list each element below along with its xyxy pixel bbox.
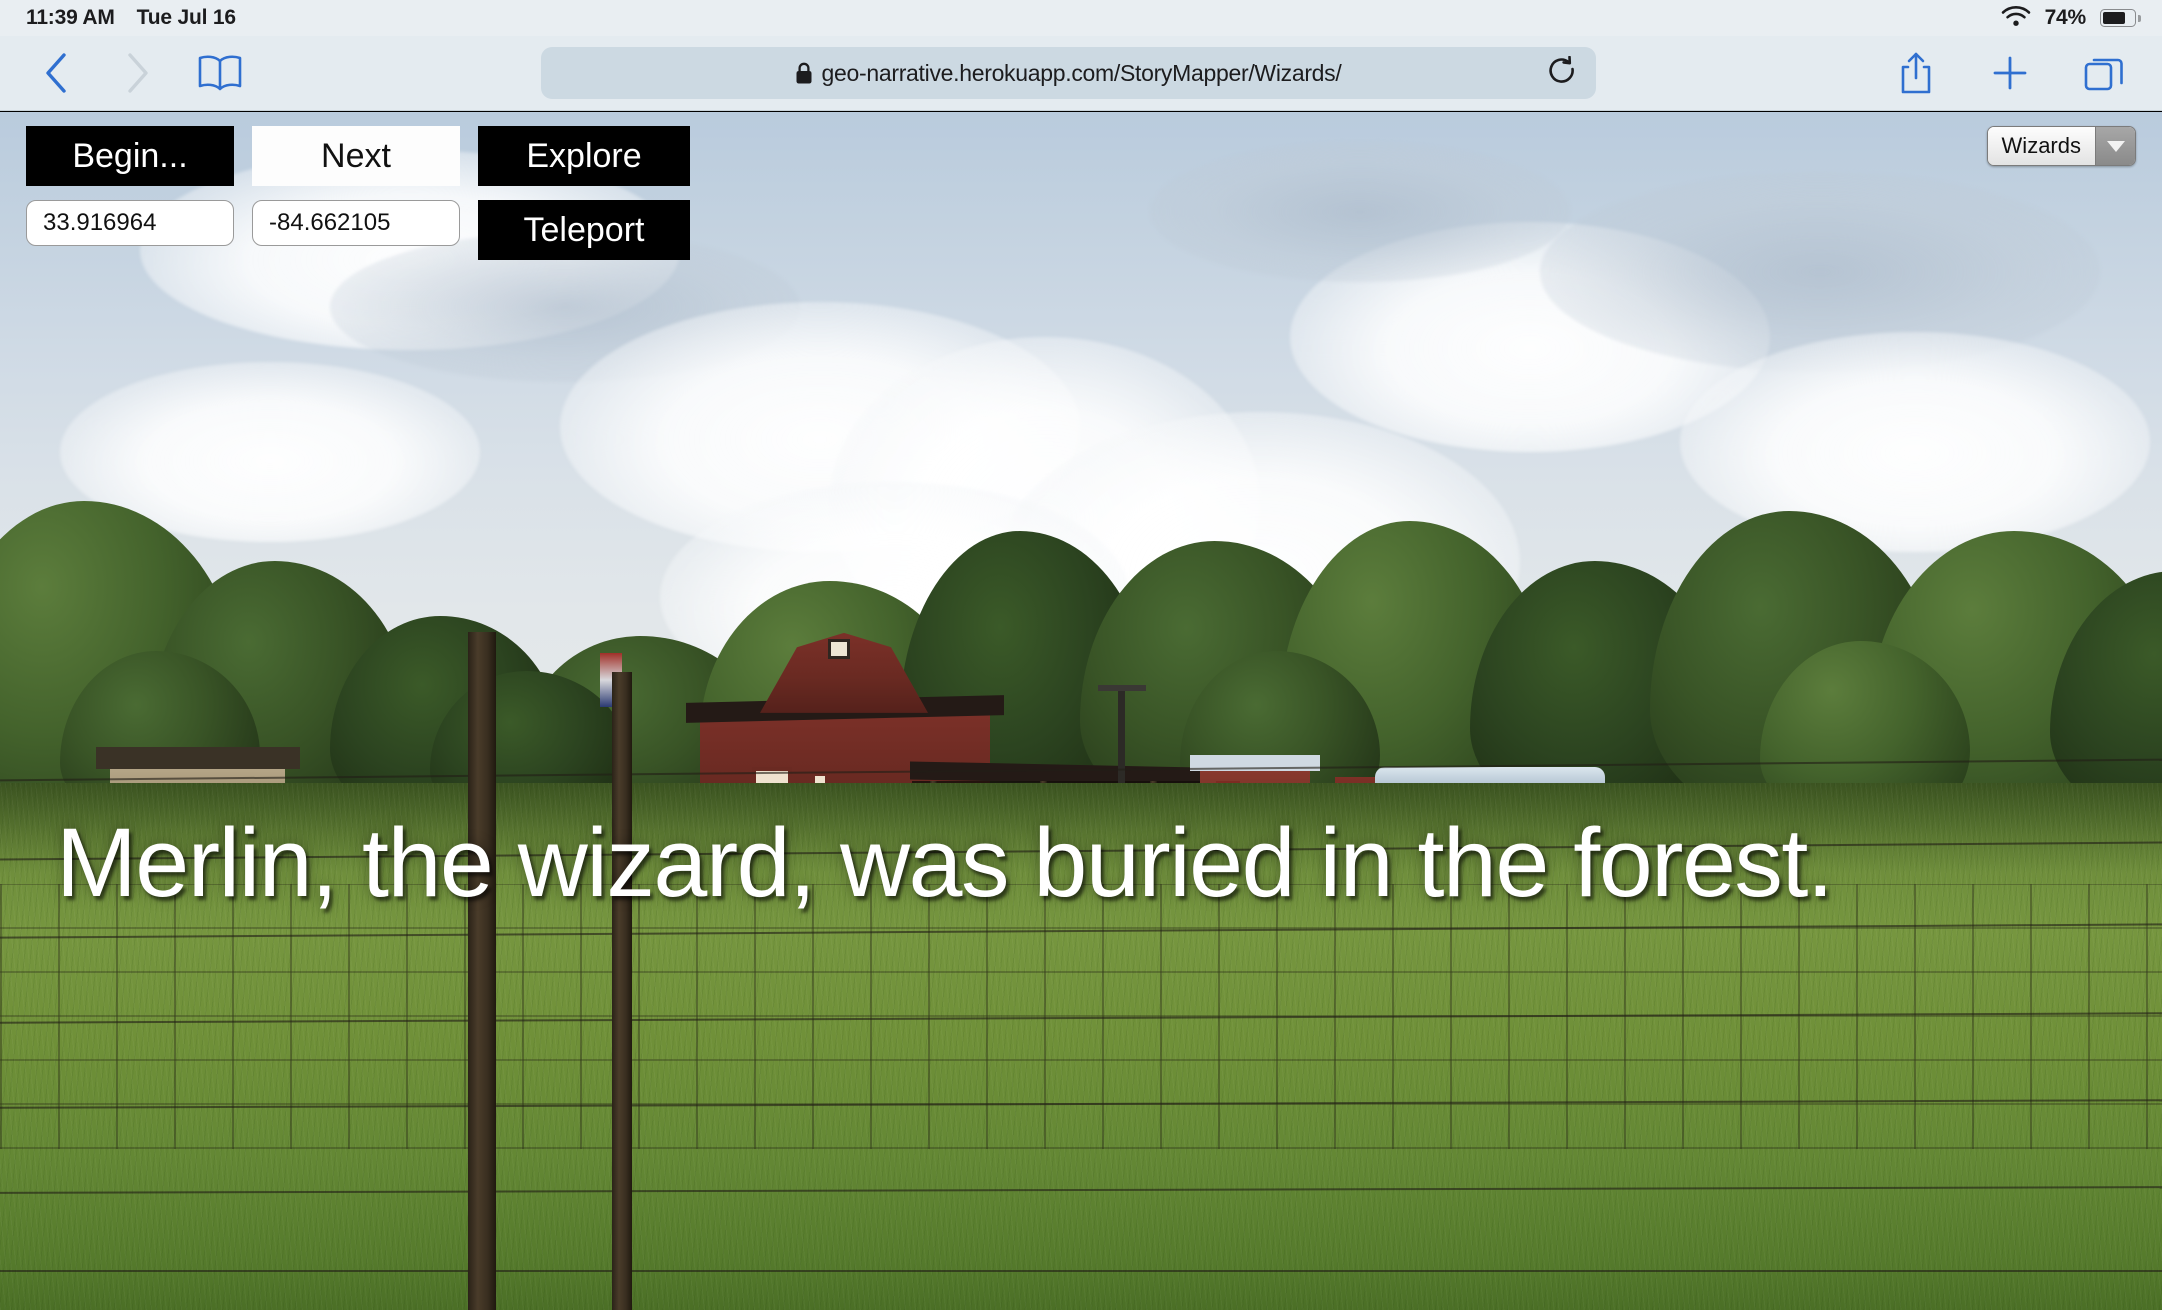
begin-button[interactable]: Begin... xyxy=(26,126,234,186)
share-icon xyxy=(1901,52,1931,94)
status-date: Tue Jul 16 xyxy=(136,6,236,29)
fence-post xyxy=(612,672,632,1310)
status-bar: 11:39 AM Tue Jul 16 74% xyxy=(0,0,2162,36)
status-time: 11:39 AM xyxy=(26,6,115,29)
plus-icon xyxy=(1993,56,2027,90)
battery-icon xyxy=(2100,9,2141,27)
url-bar-center: geo-narrative.herokuapp.com/StoryMapper/… xyxy=(541,60,1596,87)
latitude-input[interactable] xyxy=(26,200,234,246)
fence-wire xyxy=(0,1186,2162,1195)
back-button[interactable] xyxy=(20,43,92,103)
browser-toolbar: geo-narrative.herokuapp.com/StoryMapper/… xyxy=(0,36,2162,111)
status-bar-right: 74% xyxy=(2001,5,2141,32)
barn-gable-window xyxy=(828,638,850,659)
fence-post xyxy=(468,632,496,1310)
chevron-down-icon[interactable] xyxy=(2095,127,2135,165)
new-tab-button[interactable] xyxy=(1974,43,2046,103)
lock-icon xyxy=(796,62,812,83)
story-caption: Merlin, the wizard, was buried in the fo… xyxy=(56,808,1834,917)
primary-buttons-group: Begin... Next xyxy=(26,126,460,246)
explore-button[interactable]: Explore xyxy=(478,126,690,186)
share-button[interactable] xyxy=(1880,43,1952,103)
fence-wire xyxy=(0,759,2162,782)
story-photo-stage: Begin... Next Explore Teleport Wizards M… xyxy=(0,112,2162,1310)
story-controls: Begin... Next Explore Teleport xyxy=(26,126,690,260)
open-book-icon xyxy=(198,55,242,91)
teleport-button[interactable]: Teleport xyxy=(478,200,690,260)
reload-icon xyxy=(1548,56,1574,83)
coordinate-inputs xyxy=(26,200,460,246)
utility-pole-arm xyxy=(1098,684,1146,691)
status-bar-left: 11:39 AM Tue Jul 16 xyxy=(26,6,236,30)
fence-wire xyxy=(0,1269,2162,1272)
longitude-input[interactable] xyxy=(252,200,460,246)
chevron-right-icon xyxy=(128,53,148,93)
toolbar-action-group xyxy=(1880,43,2162,103)
story-selector-label: Wizards xyxy=(1987,127,2095,165)
tabs-button[interactable] xyxy=(2068,43,2140,103)
wifi-icon xyxy=(2001,5,2031,32)
chevron-left-icon xyxy=(46,53,66,93)
battery-percent: 74% xyxy=(2044,6,2087,29)
story-selector-container: Wizards xyxy=(1986,126,2136,166)
next-button[interactable]: Next xyxy=(252,126,460,186)
url-bar-container: geo-narrative.herokuapp.com/StoryMapper/… xyxy=(256,47,1880,99)
cloud xyxy=(1150,142,1570,282)
map-buttons-group: Explore Teleport xyxy=(478,126,690,260)
story-selector[interactable]: Wizards xyxy=(1986,126,2136,166)
bookmarks-button[interactable] xyxy=(184,43,256,103)
reload-button[interactable] xyxy=(1544,54,1582,92)
story-controls-row: Begin... Next Explore Teleport xyxy=(26,126,690,260)
url-text: geo-narrative.herokuapp.com/StoryMapper/… xyxy=(821,59,1342,86)
url-bar[interactable]: geo-narrative.herokuapp.com/StoryMapper/… xyxy=(540,47,1596,99)
forward-button[interactable] xyxy=(102,43,174,103)
toolbar-nav-group xyxy=(0,43,256,103)
tabs-icon xyxy=(2084,58,2123,91)
